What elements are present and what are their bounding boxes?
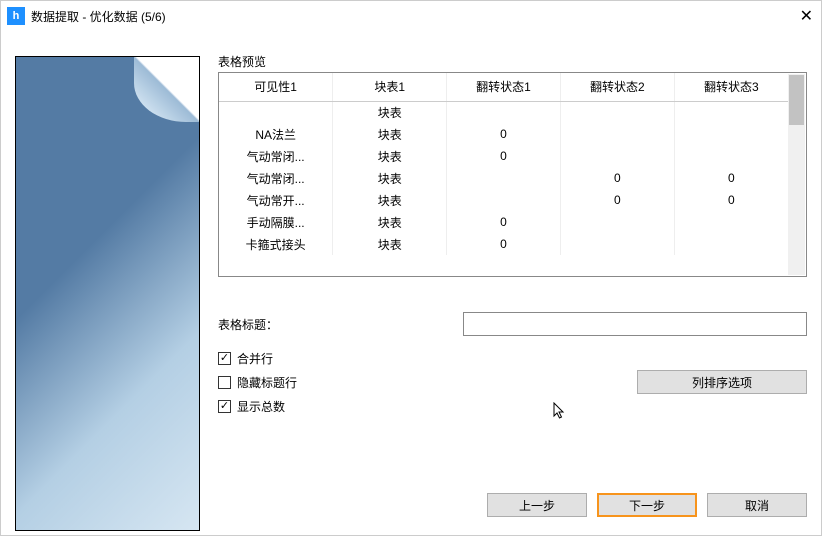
table-cell	[560, 211, 674, 233]
table-cell: 0	[674, 167, 788, 189]
table-cell	[674, 145, 788, 167]
show-totals-checkbox[interactable]	[218, 400, 231, 413]
next-button[interactable]: 下一步	[597, 493, 697, 517]
close-icon[interactable]: ✕	[773, 6, 813, 26]
table-cell: 气动常闭...	[219, 167, 333, 189]
table-cell	[447, 189, 561, 211]
table-cell: 0	[447, 211, 561, 233]
hide-header-label: 隐藏标题行	[237, 374, 297, 391]
table-row[interactable]: 卡箍式接头块表0	[219, 233, 788, 255]
table-cell: 块表	[333, 233, 447, 255]
table-cell: 0	[447, 145, 561, 167]
window-title: 数据提取 - 优化数据 (5/6)	[31, 8, 773, 25]
table-cell: 块表	[333, 145, 447, 167]
table-row[interactable]: 手动隔膜...块表0	[219, 211, 788, 233]
table-cell: 0	[560, 167, 674, 189]
previous-button[interactable]: 上一步	[487, 493, 587, 517]
table-cell: 手动隔膜...	[219, 211, 333, 233]
hide-header-row[interactable]: 隐藏标题行	[218, 370, 607, 394]
table-cell: 块表	[333, 101, 447, 123]
app-icon: h	[7, 7, 25, 25]
column-header[interactable]: 翻转状态2	[560, 73, 674, 101]
table-cell: 块表	[333, 189, 447, 211]
table-title-label: 表格标题：	[218, 316, 463, 333]
table-cell: 0	[447, 123, 561, 145]
column-header[interactable]: 块表1	[333, 73, 447, 101]
table-cell: 0	[447, 233, 561, 255]
table-cell: 0	[560, 189, 674, 211]
table-row[interactable]: 气动常开...块表 00	[219, 189, 788, 211]
table-cell: 块表	[333, 123, 447, 145]
table-cell	[674, 233, 788, 255]
merge-rows-row[interactable]: 合并行	[218, 346, 607, 370]
column-header[interactable]: 翻转状态1	[447, 73, 561, 101]
column-header[interactable]: 翻转状态3	[674, 73, 788, 101]
hide-header-checkbox[interactable]	[218, 376, 231, 389]
table-cell: 气动常闭...	[219, 145, 333, 167]
table-preview-label: 表格预览	[218, 53, 807, 70]
table-cell	[674, 211, 788, 233]
show-totals-row[interactable]: 显示总数	[218, 394, 607, 418]
table-scroll: 可见性1块表1翻转状态1翻转状态2翻转状态3 块表NA法兰块表0气动常闭...块…	[219, 73, 788, 276]
merge-rows-label: 合并行	[237, 350, 273, 367]
title-row: 表格标题：	[218, 312, 807, 336]
table-cell	[560, 145, 674, 167]
data-table: 可见性1块表1翻转状态1翻转状态2翻转状态3 块表NA法兰块表0气动常闭...块…	[219, 73, 788, 255]
right-pane: 表格预览 可见性1块表1翻转状态1翻转状态2翻转状态3 块表NA法兰块表0气动常…	[200, 31, 807, 521]
table-cell: 块表	[333, 167, 447, 189]
cancel-button[interactable]: 取消	[707, 493, 807, 517]
show-totals-label: 显示总数	[237, 398, 285, 415]
options-form: 表格标题： 合并行 隐藏标题行 显示总数	[218, 312, 807, 418]
table-cell	[219, 101, 333, 123]
column-header[interactable]: 可见性1	[219, 73, 333, 101]
table-row[interactable]: 气动常闭...块表 00	[219, 167, 788, 189]
table-preview: 可见性1块表1翻转状态1翻转状态2翻转状态3 块表NA法兰块表0气动常闭...块…	[218, 72, 807, 277]
scrollbar-thumb[interactable]	[789, 75, 804, 125]
table-row[interactable]: 气动常闭...块表0	[219, 145, 788, 167]
table-cell	[560, 233, 674, 255]
table-cell: NA法兰	[219, 123, 333, 145]
table-cell: 气动常开...	[219, 189, 333, 211]
vertical-scrollbar[interactable]	[788, 74, 805, 275]
table-cell	[560, 101, 674, 123]
table-cell: 卡箍式接头	[219, 233, 333, 255]
table-cell	[447, 167, 561, 189]
table-cell: 0	[674, 189, 788, 211]
table-title-input[interactable]	[463, 312, 807, 336]
content: 表格预览 可见性1块表1翻转状态1翻转状态2翻转状态3 块表NA法兰块表0气动常…	[1, 31, 821, 535]
table-cell	[674, 123, 788, 145]
merge-rows-checkbox[interactable]	[218, 352, 231, 365]
table-row[interactable]: 块表	[219, 101, 788, 123]
table-row[interactable]: NA法兰块表0	[219, 123, 788, 145]
page-preview-thumbnail	[15, 56, 200, 531]
table-cell: 块表	[333, 211, 447, 233]
table-cell	[674, 101, 788, 123]
titlebar: h 数据提取 - 优化数据 (5/6) ✕	[1, 1, 821, 31]
column-sort-options-button[interactable]: 列排序选项	[637, 370, 807, 394]
table-cell	[560, 123, 674, 145]
table-cell	[447, 101, 561, 123]
wizard-buttons: 上一步 下一步 取消	[218, 473, 807, 521]
